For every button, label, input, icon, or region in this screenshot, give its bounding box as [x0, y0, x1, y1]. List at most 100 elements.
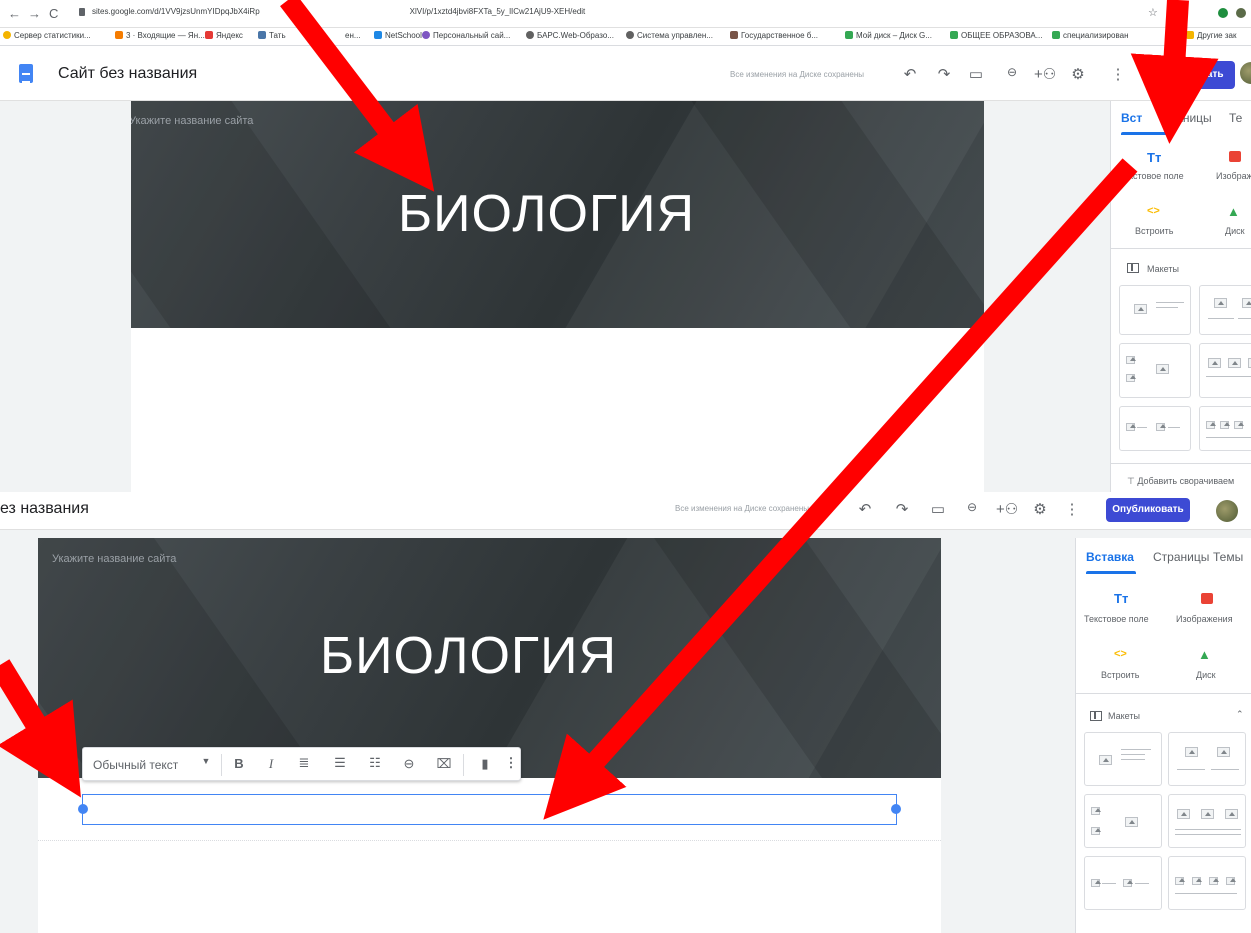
text-box-icon[interactable]: Tт [1114, 591, 1128, 606]
extension-icon[interactable] [1218, 8, 1228, 18]
numbered-list-icon[interactable]: ☰ [332, 755, 348, 771]
text-style-dropdown[interactable]: Обычный текст [93, 758, 178, 772]
bulleted-list-icon[interactable]: ☷ [367, 755, 383, 771]
more-vert-icon[interactable]: ⋮ [1062, 500, 1082, 518]
insert-embed-label[interactable]: Встроить [1135, 226, 1173, 236]
chevron-down-icon[interactable]: ▼ [198, 756, 214, 766]
resize-handle-right[interactable] [891, 804, 901, 814]
redo-icon[interactable]: ↷ [892, 500, 912, 518]
bookmark-item[interactable]: специализирован [1052, 31, 1128, 40]
insert-image-label[interactable]: Изображен [1216, 171, 1251, 181]
reload-icon[interactable]: C [49, 6, 58, 21]
forward-arrow-icon[interactable]: → [28, 6, 41, 21]
more-vert-icon[interactable]: ⋮ [1108, 65, 1128, 83]
link-icon[interactable]: ⊖ [962, 500, 982, 514]
align-left-icon[interactable]: ≣ [296, 755, 312, 771]
avatar[interactable] [1240, 62, 1251, 84]
insert-drive-label[interactable]: Диск [1196, 670, 1216, 680]
profile-icon[interactable] [1236, 8, 1246, 18]
star-icon[interactable]: ☆ [1148, 6, 1158, 19]
site-name-placeholder[interactable]: Укажите название сайта [131, 115, 253, 127]
insert-text-box-label[interactable]: Текстовое поле [1084, 614, 1149, 624]
tab-pages[interactable]: Страницы [1153, 550, 1209, 564]
layout-option[interactable] [1084, 732, 1162, 786]
text-box[interactable] [82, 794, 897, 825]
tab-insert[interactable]: Вст [1121, 111, 1142, 125]
insert-drive-label[interactable]: Диск [1225, 226, 1245, 236]
tab-themes[interactable]: Темы [1213, 550, 1243, 564]
preview-icon[interactable]: ▭ [928, 500, 948, 518]
layout-option[interactable] [1119, 343, 1191, 398]
layouts-label[interactable]: Макеты [1108, 711, 1140, 721]
back-arrow-icon[interactable]: ← [8, 6, 21, 21]
embed-icon[interactable]: <> [1147, 205, 1160, 217]
layout-option[interactable] [1168, 732, 1246, 786]
undo-icon[interactable]: ↶ [900, 65, 920, 83]
drive-icon[interactable]: ▲ [1227, 204, 1240, 219]
bookmark-item[interactable]: NetSchool [374, 31, 422, 40]
insert-embed-label[interactable]: Встроить [1101, 670, 1139, 680]
image-icon[interactable] [1201, 593, 1213, 604]
bookmark-item[interactable]: Сервер статистики... [3, 31, 91, 40]
tab-pages[interactable]: траницы [1164, 111, 1212, 125]
share-icon[interactable]: +⚇ [1034, 65, 1056, 83]
bookmark-item[interactable]: Государственное б... [730, 31, 818, 40]
embed-icon[interactable]: <> [1114, 648, 1127, 660]
share-icon[interactable]: +⚇ [996, 500, 1018, 518]
bookmark-item[interactable]: ОБЩЕЕ ОБРАЗОВА... [950, 31, 1042, 40]
hero-title[interactable]: БИОЛОГИЯ [320, 626, 617, 686]
link-icon[interactable]: ⊖ [1002, 65, 1022, 79]
image-icon[interactable] [1229, 151, 1241, 162]
link-icon[interactable]: ⊖ [401, 756, 417, 772]
collapse-icon[interactable]: ⌃ [1236, 709, 1244, 720]
hero-title[interactable]: БИОЛОГИЯ [398, 184, 695, 244]
sites-logo-icon[interactable] [19, 64, 33, 83]
more-icon[interactable]: ⋮ [503, 755, 519, 771]
bookmark-item[interactable]: Тать [258, 31, 286, 40]
publish-button[interactable]: бликовать [1160, 61, 1235, 89]
layout-option[interactable] [1084, 856, 1162, 910]
undo-icon[interactable]: ↶ [855, 500, 875, 518]
bookmark-item[interactable]: БАРС.Web-Образо... [526, 31, 614, 40]
site-title[interactable]: Сайт без названия [58, 65, 197, 83]
layout-option[interactable] [1199, 285, 1251, 335]
hero-banner[interactable]: Укажите название сайта БИОЛОГИЯ [131, 101, 984, 328]
publish-button[interactable]: Опубликовать [1106, 498, 1190, 522]
layout-option[interactable] [1199, 406, 1251, 451]
bookmark-item[interactable]: ен... [345, 31, 361, 40]
insert-text-box-label[interactable]: Текстовое поле [1119, 171, 1184, 181]
redo-icon[interactable]: ↷ [934, 65, 954, 83]
settings-icon[interactable]: ⚙ [1030, 500, 1050, 518]
bold-icon[interactable]: B [231, 756, 247, 771]
layout-option[interactable] [1168, 856, 1246, 910]
avatar[interactable] [1216, 500, 1238, 522]
bookmark-item[interactable]: Яндекс [205, 31, 243, 40]
text-box-icon[interactable]: Tт [1147, 150, 1161, 165]
delete-icon[interactable]: ▮ [477, 756, 493, 772]
clear-format-icon[interactable]: ⌧ [436, 756, 452, 772]
insert-image-label[interactable]: Изображения [1176, 614, 1233, 624]
bookmark-item[interactable]: Персональный сай... [422, 31, 510, 40]
tab-insert[interactable]: Вставка [1086, 550, 1134, 564]
layout-option[interactable] [1199, 343, 1251, 398]
layout-option[interactable] [1119, 285, 1191, 335]
drive-icon[interactable]: ▲ [1198, 647, 1211, 662]
hero-banner[interactable]: Укажите название сайта БИОЛОГИЯ [38, 538, 941, 778]
layout-option[interactable] [1084, 794, 1162, 848]
layouts-label[interactable]: Макеты [1147, 264, 1179, 274]
preview-icon[interactable]: ▭ [966, 65, 986, 83]
site-name-placeholder[interactable]: Укажите название сайта [52, 553, 176, 565]
page-body[interactable] [131, 328, 984, 492]
layout-option[interactable] [1168, 794, 1246, 848]
more-bookmarks[interactable]: » [1174, 31, 1178, 40]
bookmark-item[interactable]: Система управлен... [626, 31, 713, 40]
bookmark-item[interactable]: 3 · Входящие — Ян... [115, 31, 205, 40]
resize-handle-left[interactable] [78, 804, 88, 814]
italic-icon[interactable]: I [263, 756, 279, 772]
url-text[interactable]: sites.google.com/d/1VV9jzsUnmYIDpqJbX4iR… [92, 7, 585, 16]
settings-icon[interactable]: ⚙ [1068, 65, 1088, 83]
tab-themes[interactable]: Те [1229, 111, 1242, 125]
bookmark-item[interactable]: Мой диск – Диск G... [845, 31, 932, 40]
layout-option[interactable] [1119, 406, 1191, 451]
site-title[interactable]: ез названия [0, 500, 89, 518]
